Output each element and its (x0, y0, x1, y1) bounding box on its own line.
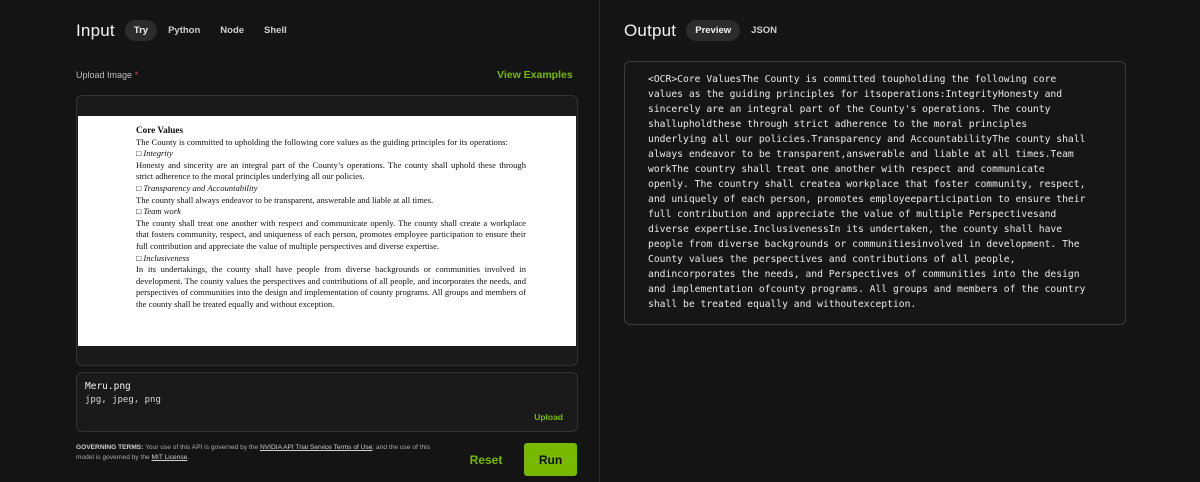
terms-label: GOVERNING TERMS: (76, 444, 144, 451)
document-body-teamwork: The county shall treat one another with … (136, 217, 526, 251)
document-heading-teamwork: □ Team work (136, 206, 181, 217)
document-heading-integrity: □ Integrity (136, 148, 173, 159)
run-button[interactable]: Run (524, 443, 577, 476)
terms-text-1: Your use of this API is governed by the (145, 444, 259, 451)
tab-preview[interactable]: Preview (686, 20, 741, 41)
tab-json[interactable]: JSON (742, 20, 786, 41)
output-preview-box[interactable]: <OCR>Core ValuesThe County is committed … (624, 61, 1126, 325)
required-mark: * (134, 70, 139, 80)
upload-image-label-text: Upload Image (76, 70, 133, 80)
input-panel: Input Try Python Node Shell Upload Image… (0, 0, 599, 482)
file-name: Meru.png (85, 381, 131, 392)
ocr-output-text: <OCR>Core ValuesThe County is committed … (648, 74, 1086, 310)
reset-button[interactable]: Reset (463, 443, 509, 476)
tab-try[interactable]: Try (124, 20, 158, 41)
governing-terms: GOVERNING TERMS: Your use of this API is… (76, 443, 448, 463)
view-examples-link[interactable]: View Examples (497, 69, 573, 81)
file-dropzone[interactable]: Meru.png jpg, jpeg, png Upload (76, 372, 578, 432)
document-title: Core Values (136, 125, 184, 135)
tab-python[interactable]: Python (159, 20, 209, 41)
document-intro: The County is committed to upholding the… (136, 136, 508, 147)
document-content: Core Values The County is committed to u… (136, 125, 526, 311)
terms-text-3: . (187, 454, 190, 461)
accepted-file-types: jpg, jpeg, png (85, 395, 161, 405)
document-body-integrity: Honesty and sincerity are an integral pa… (136, 159, 526, 182)
document-body-inclusiveness: In its undertakings, the county shall ha… (136, 264, 526, 309)
tab-node[interactable]: Node (211, 20, 253, 41)
mit-license-link[interactable]: MIT License (152, 454, 188, 461)
upload-image-label: Upload Image * (76, 70, 138, 80)
image-preview[interactable]: Core Values The County is committed to u… (76, 95, 578, 366)
document-heading-transparency: □ Transparency and Accountability (136, 182, 258, 193)
upload-button[interactable]: Upload (534, 412, 563, 422)
tab-shell[interactable]: Shell (255, 20, 296, 41)
output-panel: Output Preview JSON <OCR>Core ValuesThe … (600, 0, 1200, 482)
uploaded-document-image: Core Values The County is committed to u… (78, 116, 576, 346)
output-header: Output Preview JSON (624, 20, 788, 41)
document-body-transparency: The county shall always endeavor to be t… (136, 194, 434, 205)
terms-of-use-link[interactable]: NVIDIA API Trial Service Terms of Use (260, 444, 372, 451)
document-heading-inclusiveness: □ Inclusiveness (136, 252, 190, 263)
input-header: Input Try Python Node Shell (76, 20, 298, 41)
input-title: Input (76, 20, 115, 40)
output-title: Output (624, 20, 677, 40)
